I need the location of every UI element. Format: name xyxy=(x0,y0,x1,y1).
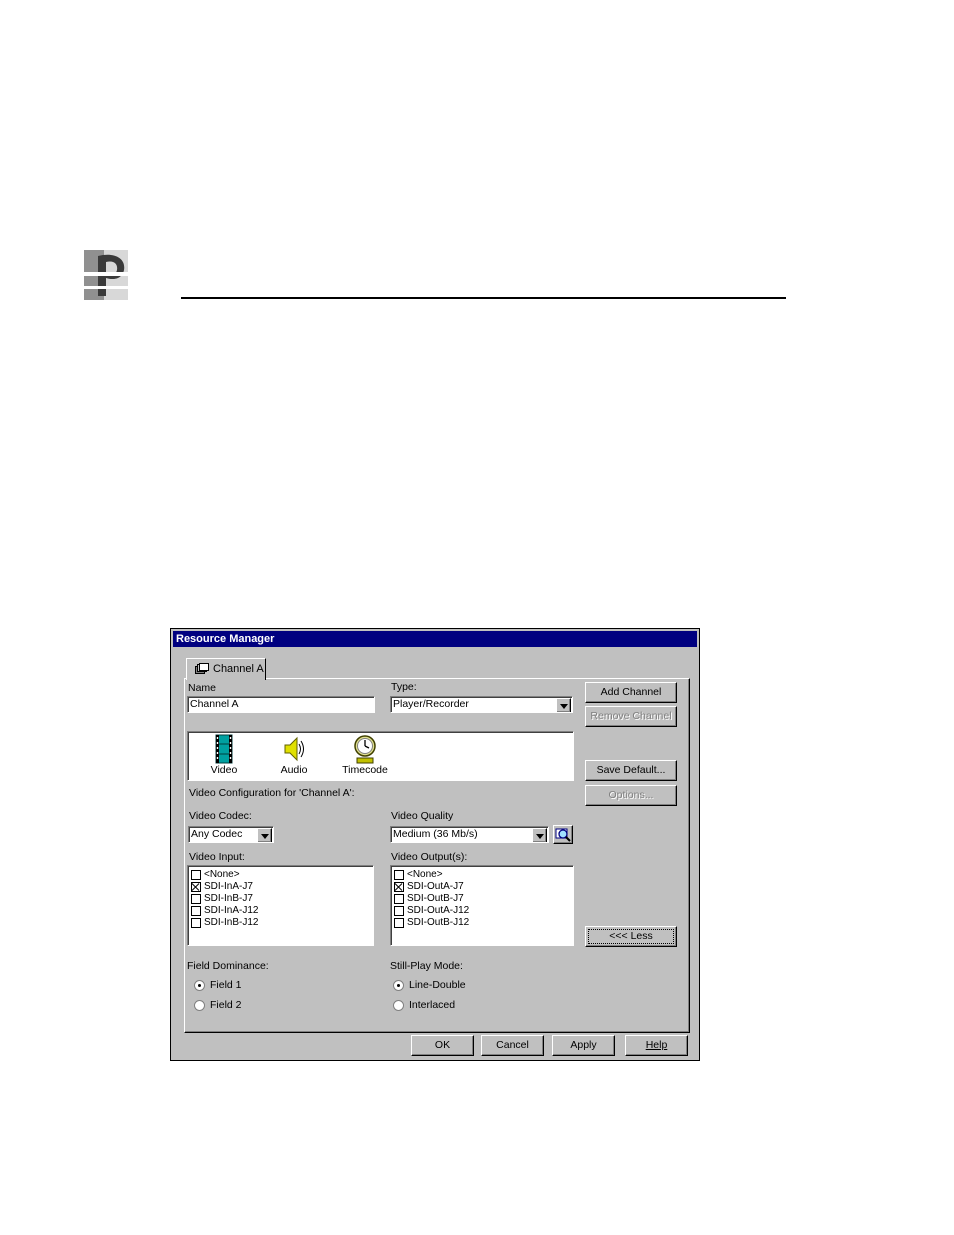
chevron-down-icon[interactable] xyxy=(532,828,547,842)
video-output-label: Video Output(s): xyxy=(391,851,468,863)
apply-button[interactable]: Apply xyxy=(552,1035,615,1056)
list-item[interactable]: SDI-InB-J12 xyxy=(190,917,373,929)
less-button[interactable]: <<< Less xyxy=(585,926,677,947)
name-label: Name xyxy=(188,682,217,694)
list-item-label: SDI-OutB-J12 xyxy=(407,917,470,928)
list-item-label: SDI-OutA-J12 xyxy=(407,905,470,916)
list-item-label: SDI-InA-J12 xyxy=(204,905,259,916)
list-item-label: <None> xyxy=(407,869,443,880)
video-input-label: Video Input: xyxy=(189,851,245,863)
video-output-list: <None> SDI-OutA-J7 SDI-OutB-J7 SDI-OutA-… xyxy=(390,865,574,946)
checkbox[interactable] xyxy=(394,882,404,892)
video-quality-value: Medium (36 Mb/s) xyxy=(393,828,478,840)
clock-icon xyxy=(354,735,376,764)
checkbox[interactable] xyxy=(191,870,201,880)
video-codec-value: Any Codec xyxy=(191,828,243,840)
resource-audio-label: Audio xyxy=(280,764,308,776)
field-2-radio[interactable] xyxy=(194,1000,205,1011)
checkbox[interactable] xyxy=(191,906,201,916)
channel-icon xyxy=(195,663,209,682)
list-item[interactable]: SDI-OutA-J12 xyxy=(393,905,573,917)
resource-timecode-label: Timecode xyxy=(342,764,388,776)
list-item-label: <None> xyxy=(204,869,240,880)
magnifier-icon xyxy=(555,828,571,842)
line-double-label: Line-Double xyxy=(409,979,466,991)
help-button[interactable]: Help xyxy=(625,1035,688,1056)
tab-channel-a[interactable]: Channel A xyxy=(186,658,266,680)
ok-button[interactable]: OK xyxy=(411,1035,474,1056)
field-1-label: Field 1 xyxy=(210,979,242,991)
options-button[interactable]: Options... xyxy=(585,785,677,806)
resource-manager-dialog: Resource Manager Channel A Name Channel … xyxy=(170,628,700,1061)
name-input[interactable]: Channel A xyxy=(187,696,375,713)
list-item[interactable]: <None> xyxy=(393,869,573,881)
chevron-down-icon[interactable] xyxy=(257,828,272,842)
list-item[interactable]: <None> xyxy=(190,869,373,881)
type-dropdown[interactable]: Player/Recorder xyxy=(390,696,573,713)
header-rule xyxy=(181,297,786,299)
film-icon xyxy=(215,734,233,764)
list-item-label: SDI-OutB-J7 xyxy=(407,893,464,904)
cancel-button[interactable]: Cancel xyxy=(481,1035,544,1056)
checkbox[interactable] xyxy=(191,918,201,928)
video-quality-dropdown[interactable]: Medium (36 Mb/s) xyxy=(390,826,549,843)
remove-channel-button[interactable]: Remove Channel xyxy=(585,706,677,727)
list-item[interactable]: SDI-InA-J7 xyxy=(190,881,373,893)
list-item-label: SDI-InB-J12 xyxy=(204,917,259,928)
video-input-list: <None> SDI-InA-J7 SDI-InB-J7 SDI-InA-J12… xyxy=(187,865,374,946)
resource-audio[interactable]: Audio xyxy=(272,734,316,776)
dialog-titlebar: Resource Manager xyxy=(173,631,697,647)
video-codec-dropdown[interactable]: Any Codec xyxy=(188,826,274,843)
resource-timecode[interactable]: Timecode xyxy=(338,734,392,776)
video-codec-label: Video Codec: xyxy=(189,810,252,822)
checkbox[interactable] xyxy=(394,870,404,880)
quality-details-button[interactable] xyxy=(553,825,573,844)
resource-video-label: Video xyxy=(210,764,238,776)
tab-label: Channel A xyxy=(213,663,264,675)
checkbox[interactable] xyxy=(394,918,404,928)
list-item[interactable]: SDI-InB-J7 xyxy=(190,893,373,905)
resource-list: Video Audio Timecode xyxy=(187,731,574,781)
config-heading: Video Configuration for 'Channel A': xyxy=(189,787,355,799)
list-item[interactable]: SDI-OutB-J12 xyxy=(393,917,573,929)
list-item-label: SDI-InA-J7 xyxy=(204,881,253,892)
list-item-label: SDI-InB-J7 xyxy=(204,893,253,904)
checkbox[interactable] xyxy=(394,894,404,904)
resource-video[interactable]: Video xyxy=(202,734,246,776)
field-1-radio[interactable] xyxy=(194,980,205,991)
add-channel-button[interactable]: Add Channel xyxy=(585,682,677,703)
list-item[interactable]: SDI-InA-J12 xyxy=(190,905,373,917)
still-play-label: Still-Play Mode: xyxy=(390,960,463,972)
chevron-down-icon[interactable] xyxy=(556,698,571,712)
list-item[interactable]: SDI-OutA-J7 xyxy=(393,881,573,893)
list-item[interactable]: SDI-OutB-J7 xyxy=(393,893,573,905)
save-default-button[interactable]: Save Default... xyxy=(585,760,677,781)
video-quality-label: Video Quality xyxy=(391,810,454,822)
company-logo-icon xyxy=(84,250,128,300)
line-double-radio[interactable] xyxy=(393,980,404,991)
interlaced-label: Interlaced xyxy=(409,999,456,1011)
checkbox[interactable] xyxy=(394,906,404,916)
type-label: Type: xyxy=(391,681,417,693)
field-dominance-label: Field Dominance: xyxy=(187,960,269,972)
list-item-label: SDI-OutA-J7 xyxy=(407,881,464,892)
checkbox[interactable] xyxy=(191,894,201,904)
field-2-label: Field 2 xyxy=(210,999,242,1011)
interlaced-radio[interactable] xyxy=(393,1000,404,1011)
type-value: Player/Recorder xyxy=(393,698,469,710)
speaker-icon xyxy=(284,736,304,762)
checkbox[interactable] xyxy=(191,882,201,892)
